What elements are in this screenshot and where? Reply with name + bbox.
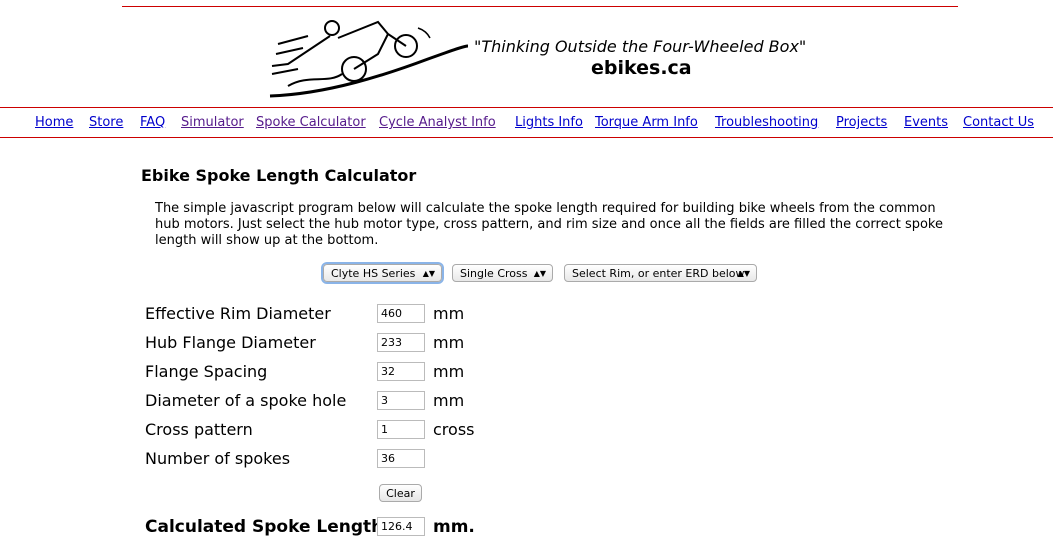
select-arrows-icon: ▲▼ bbox=[533, 269, 546, 278]
spoke-hole-diameter-label: Diameter of a spoke hole bbox=[145, 391, 347, 410]
flange-spacing-label: Flange Spacing bbox=[145, 362, 268, 381]
flange-spacing-unit: mm bbox=[433, 362, 465, 381]
nav-store[interactable]: Store bbox=[89, 115, 123, 130]
cross-pattern-unit: cross bbox=[433, 420, 475, 439]
rim-select-value: Select Rim, or enter ERD below bbox=[572, 267, 745, 280]
cross-pattern-label: Cross pattern bbox=[145, 420, 253, 439]
nav-bottom-rule bbox=[0, 137, 1053, 138]
number-of-spokes-input[interactable]: 36 bbox=[377, 449, 425, 468]
page-title: Ebike Spoke Length Calculator bbox=[141, 166, 417, 185]
nav-lights-info[interactable]: Lights Info bbox=[515, 115, 583, 130]
cross-select[interactable]: Single Cross ▲▼ bbox=[452, 264, 553, 282]
number-of-spokes-label: Number of spokes bbox=[145, 449, 291, 468]
ebike-logo bbox=[269, 20, 468, 98]
nav-spoke-calculator[interactable]: Spoke Calculator bbox=[256, 115, 366, 130]
motor-select-value: Clyte HS Series bbox=[331, 267, 416, 280]
result-label: Calculated Spoke Length: bbox=[145, 517, 391, 537]
hub-flange-diameter-label: Hub Flange Diameter bbox=[145, 333, 316, 352]
result-unit: mm. bbox=[433, 517, 475, 537]
clear-button[interactable]: Clear bbox=[379, 484, 422, 502]
nav-simulator[interactable]: Simulator bbox=[181, 115, 244, 130]
flange-spacing-input[interactable]: 32 bbox=[377, 362, 425, 381]
rim-select[interactable]: Select Rim, or enter ERD below ▲▼ bbox=[564, 264, 757, 282]
nav-contact-us[interactable]: Contact Us bbox=[963, 115, 1034, 130]
intro-text: The simple javascript program below will… bbox=[155, 201, 943, 248]
spoke-length-output[interactable]: 126.4 bbox=[377, 517, 425, 536]
top-rule bbox=[122, 6, 958, 7]
nav-torque-arm-info[interactable]: Torque Arm Info bbox=[595, 115, 698, 130]
nav-home[interactable]: Home bbox=[35, 115, 73, 130]
select-arrows-icon: ▲▼ bbox=[422, 269, 435, 278]
erd-label: Effective Rim Diameter bbox=[145, 304, 331, 323]
site-name: ebikes.ca bbox=[591, 57, 692, 79]
cross-pattern-input[interactable]: 1 bbox=[377, 420, 425, 439]
tagline: "Thinking Outside the Four-Wheeled Box" bbox=[474, 37, 807, 56]
spoke-hole-diameter-unit: mm bbox=[433, 391, 465, 410]
cross-select-value: Single Cross bbox=[460, 267, 528, 280]
select-arrows-icon: ▲▼ bbox=[737, 269, 750, 278]
motor-select[interactable]: Clyte HS Series ▲▼ bbox=[323, 264, 442, 282]
erd-input[interactable]: 460 bbox=[377, 304, 425, 323]
nav-events[interactable]: Events bbox=[904, 115, 948, 130]
erd-unit: mm bbox=[433, 304, 465, 323]
spoke-hole-diameter-input[interactable]: 3 bbox=[377, 391, 425, 410]
nav-troubleshooting[interactable]: Troubleshooting bbox=[715, 115, 818, 130]
hub-flange-diameter-unit: mm bbox=[433, 333, 465, 352]
nav-top-rule bbox=[0, 107, 1053, 108]
nav-faq[interactable]: FAQ bbox=[140, 115, 165, 130]
nav-projects[interactable]: Projects bbox=[836, 115, 887, 130]
hub-flange-diameter-input[interactable]: 233 bbox=[377, 333, 425, 352]
nav-cycle-analyst-info[interactable]: Cycle Analyst Info bbox=[379, 115, 496, 130]
